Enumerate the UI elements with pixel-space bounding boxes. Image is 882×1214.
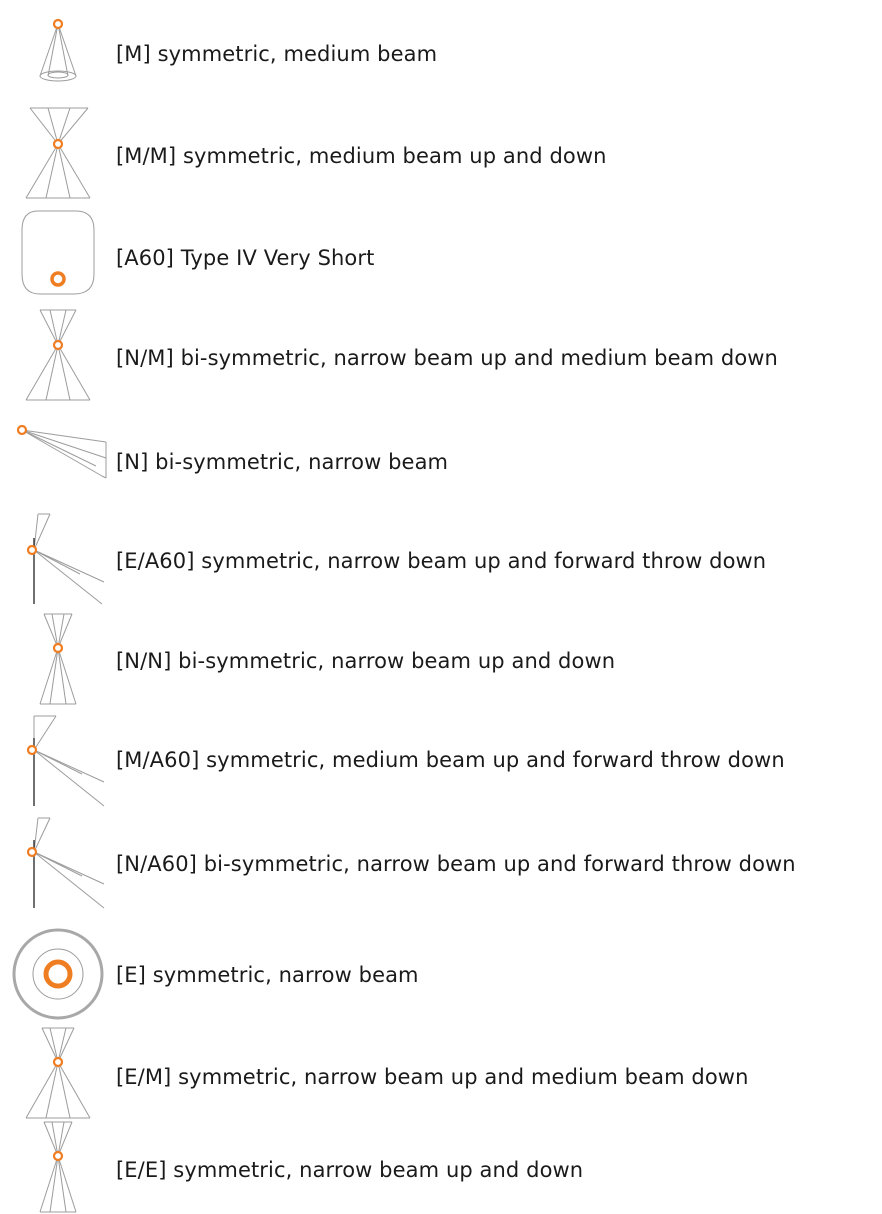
legend-label: [M/A60] symmetric, medium beam up and fo…: [116, 748, 785, 772]
narrow-up-forward-throw-icon: [26, 513, 105, 605]
legend-label: [N/M] bi-symmetric, narrow beam up and m…: [116, 346, 778, 370]
legend-label: [E/A60] symmetric, narrow beam up and fo…: [116, 549, 767, 573]
legend-label: [A60] Type IV Very Short: [116, 246, 375, 270]
legend-label: [N] bi-symmetric, narrow beam: [116, 450, 449, 474]
legend-label: [N/A60] bi-symmetric, narrow beam up and…: [116, 852, 796, 876]
narrow-up-down-e-icon: [39, 1121, 77, 1213]
legend-label: [E/M] symmetric, narrow beam up and medi…: [116, 1065, 749, 1089]
legend-label: [M/M] symmetric, medium beam up and down: [116, 144, 607, 168]
narrow-beam-circle-icon: [12, 928, 104, 1020]
legend-label: [E/E] symmetric, narrow beam up and down: [116, 1158, 584, 1182]
narrow-beam-angled-icon: [16, 424, 107, 479]
medium-beam-up-down-icon: [25, 107, 91, 199]
type-iv-very-short-icon: [21, 210, 95, 295]
narrow-up-medium-down-icon: [25, 309, 91, 401]
narrow-up-medium-down-e-icon: [25, 1027, 91, 1119]
narrow-up-down-icon: [39, 613, 77, 705]
legend-label: [E] symmetric, narrow beam: [116, 963, 419, 987]
medium-up-forward-throw-icon: [26, 715, 105, 807]
medium-beam-cone-icon: [39, 18, 77, 82]
legend-label: [N/N] bi-symmetric, narrow beam up and d…: [116, 649, 616, 673]
narrow-up-forward-throw-bisym-icon: [26, 817, 105, 909]
legend-label: [M] symmetric, medium beam: [116, 42, 438, 66]
